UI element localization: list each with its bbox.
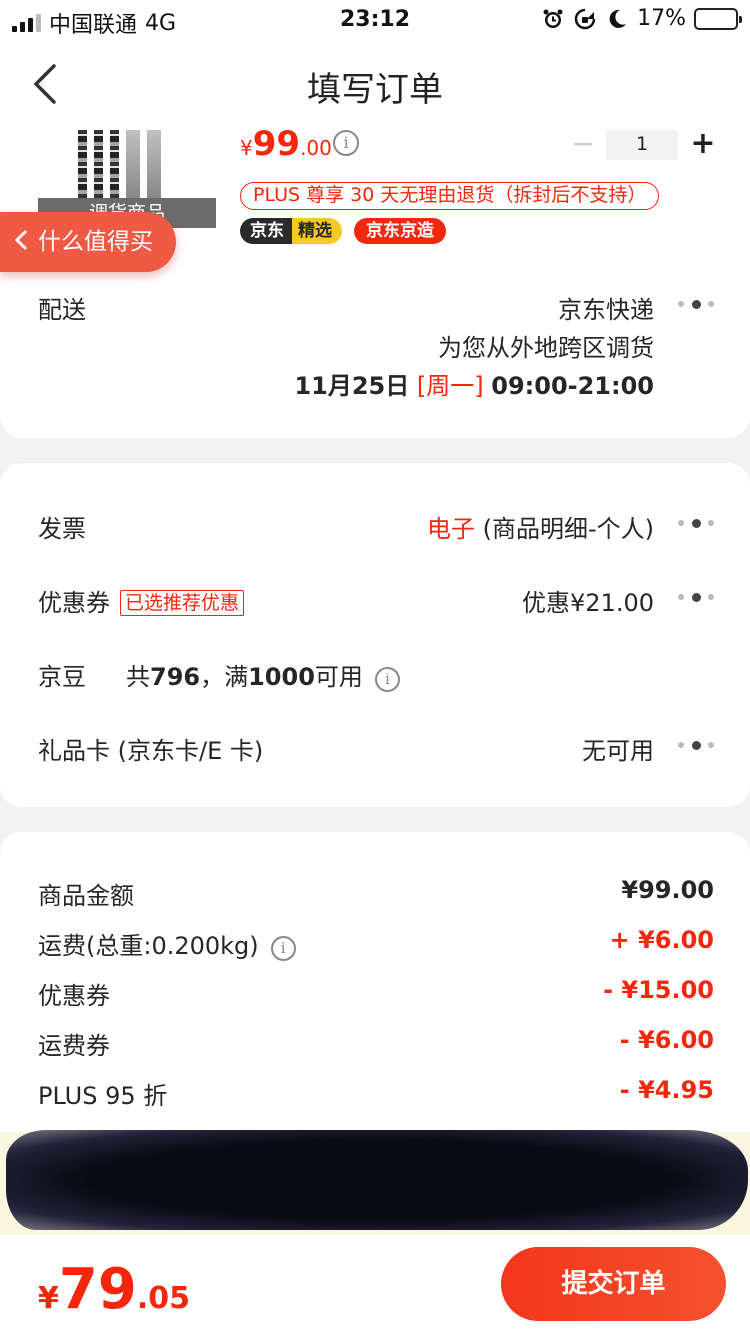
badge-jingxuan-brand: 京东 <box>240 218 292 244</box>
invoice-label: 发票 <box>38 515 86 543</box>
delivery-label: 配送 <box>38 296 86 324</box>
increase-button[interactable]: + <box>688 130 718 161</box>
coupon-recommend-tag: 已选推荐优惠 <box>120 590 245 616</box>
jingdou-text-b: ，满 <box>200 663 249 691</box>
quantity-stepper: − 1 + <box>568 130 718 161</box>
delivery-more-icon[interactable] <box>678 299 714 309</box>
shipping-info-icon[interactable]: i <box>270 936 296 961</box>
summary-row-value: + ¥6.00 <box>609 926 714 954</box>
product-badges: 京东 精选 京东京造 <box>240 218 446 244</box>
price-integer: 99 <box>252 130 301 164</box>
status-bar: 中国联通 4G 23:12 17% <box>0 0 750 40</box>
submit-order-button[interactable]: 提交订单 <box>501 1247 726 1321</box>
status-right: 17% <box>541 6 742 31</box>
delivery-time: 11月25日 [周一] 09:00-21:00 <box>294 366 654 401</box>
giftcard-value[interactable]: 无可用 <box>582 731 654 766</box>
jingdou-text-c: 可用 <box>314 663 363 691</box>
summary-row-label: 优惠券 <box>38 982 110 1010</box>
product-delivery-card: 调货商品 ¥99.00 i − 1 + PLUS 尊享 30 天无理由退货（拆封… <box>0 130 750 438</box>
giftcard-more-icon[interactable] <box>678 740 714 750</box>
rotation-lock-icon <box>573 7 597 31</box>
jingdou-count: 796 <box>150 663 201 691</box>
price-info-icon[interactable]: i <box>333 130 359 156</box>
invoice-detail: (商品明细-个人) <box>482 515 654 543</box>
summary-row-value: ¥99.00 <box>621 876 714 904</box>
moon-icon <box>605 7 629 31</box>
summary-row-label: 商品金额 <box>38 882 134 910</box>
smzdm-float-button[interactable]: 什么值得买 <box>0 212 176 272</box>
coupon-row-label: 优惠券 已选推荐优惠 <box>38 583 245 618</box>
jingdou-info-icon[interactable]: i <box>374 667 400 692</box>
invoice-value[interactable]: 电子 (商品明细-个人) <box>427 509 654 544</box>
battery-percent: 17% <box>637 6 686 31</box>
plus-return-policy: PLUS 尊享 30 天无理由退货（拆封后不支持） <box>240 182 660 210</box>
price-currency: ¥ <box>240 136 253 160</box>
delivery-weekday: [周一] <box>416 372 484 400</box>
jingdou-threshold: 1000 <box>248 663 315 691</box>
delivery-carrier: 京东快递 <box>558 296 654 324</box>
jingdou-label: 京豆 <box>38 663 86 691</box>
summary-row-label: 运费券 <box>38 1032 110 1060</box>
summary-row-label: PLUS 95 折 <box>38 1082 168 1110</box>
alarm-icon <box>541 7 565 31</box>
delivery-time-window: 09:00-21:00 <box>491 372 654 400</box>
total-decimal: .05 <box>136 1281 190 1316</box>
jingdou-text-a: 共 <box>126 663 150 691</box>
badge-jingxuan-label: 精选 <box>292 218 342 244</box>
order-total: ¥79.05 <box>38 1257 190 1322</box>
page-title: 填写订单 <box>307 70 443 110</box>
quantity-input[interactable]: 1 <box>606 130 678 160</box>
summary-row-label: 运费(总重:0.200kg) i <box>38 926 296 961</box>
summary-row-value: - ¥15.00 <box>603 976 714 1004</box>
summary-row-value: - ¥6.00 <box>619 1026 714 1054</box>
coupon-label: 优惠券 <box>38 589 110 617</box>
battery-icon <box>694 7 742 30</box>
price-decimal: .00 <box>300 136 332 160</box>
coupon-more-icon[interactable] <box>678 592 714 602</box>
badge-jingzao: 京东京造 <box>354 218 446 244</box>
badge-jingxuan: 京东 精选 <box>240 218 342 244</box>
jingdou-text: 共796，满1000可用 i <box>126 657 400 692</box>
total-currency: ¥ <box>38 1281 59 1316</box>
giftcard-label: 礼品卡 (京东卡/E 卡) <box>38 737 264 765</box>
decrease-button[interactable]: − <box>568 130 598 160</box>
smzdm-float-label: 什么值得买 <box>38 229 153 255</box>
summary-row-value: - ¥4.95 <box>619 1076 714 1104</box>
delivery-date: 11月25日 <box>294 372 410 400</box>
invoice-more-icon[interactable] <box>678 518 714 528</box>
chevron-left-icon <box>14 230 27 250</box>
shipping-label: 运费(总重:0.200kg) <box>38 932 259 960</box>
product-price: ¥99.00 <box>240 130 332 164</box>
redaction-scribble <box>6 1130 748 1230</box>
invoice-type: 电子 <box>426 515 475 543</box>
options-card: 发票 电子 (商品明细-个人) 优惠券 已选推荐优惠 优惠¥21.00 京豆 共7… <box>0 463 750 807</box>
price-summary-card: 商品金额 ¥99.00 运费(总重:0.200kg) i + ¥6.00 优惠券 … <box>0 832 750 1132</box>
nav-bar: 填写订单 <box>0 40 750 130</box>
coupon-value[interactable]: 优惠¥21.00 <box>522 583 654 618</box>
product-image-art <box>78 130 168 200</box>
delivery-note: 为您从外地跨区调货 <box>438 334 654 362</box>
checkout-bar: ¥79.05 提交订单 <box>0 1235 750 1334</box>
total-integer: 79 <box>58 1257 137 1322</box>
